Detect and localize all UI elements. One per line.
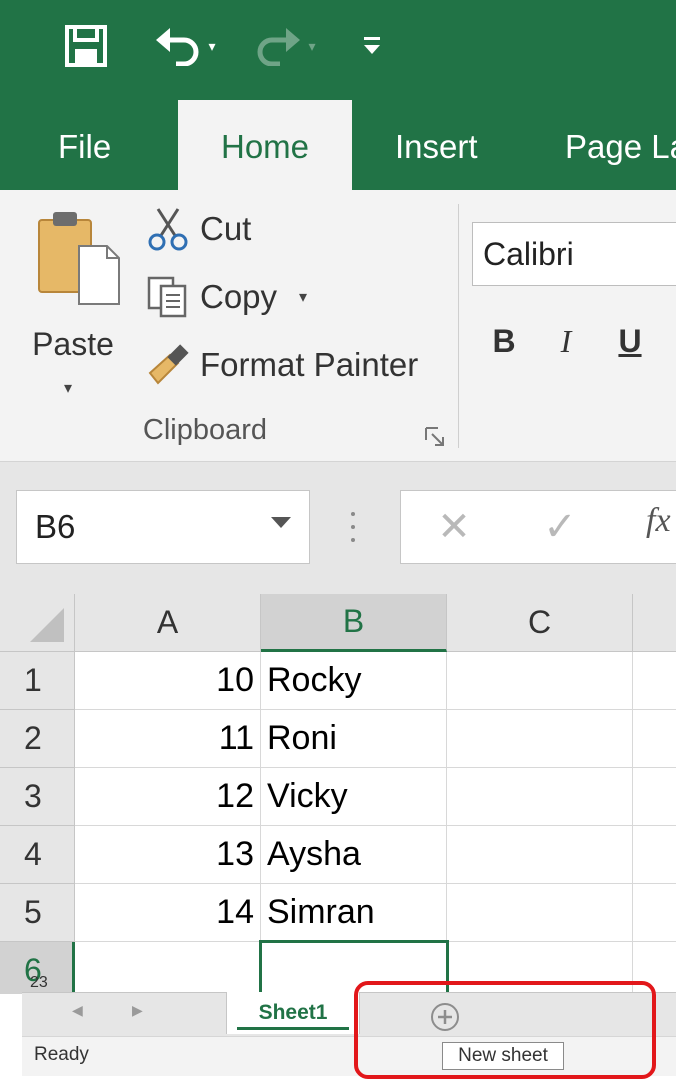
cell-c3[interactable] bbox=[447, 768, 633, 826]
cut-button[interactable]: Cut bbox=[144, 200, 251, 258]
formula-bar-grip-icon[interactable] bbox=[348, 512, 358, 542]
scissors-icon bbox=[148, 208, 188, 251]
tab-page-layout-label: Page La bbox=[565, 128, 676, 165]
column-header-d[interactable] bbox=[633, 594, 676, 652]
tab-page-layout[interactable]: Page La bbox=[565, 100, 676, 190]
cell-b5[interactable]: Simran bbox=[261, 884, 447, 942]
row-header-2[interactable]: 2 bbox=[0, 710, 75, 768]
cell-b4[interactable]: Aysha bbox=[261, 826, 447, 884]
ribbon-tab-bar: File Home Insert Page La bbox=[0, 100, 676, 190]
row-header-3[interactable]: 3 bbox=[0, 768, 75, 826]
dialog-launcher-icon[interactable] bbox=[424, 426, 446, 448]
cell-a2[interactable]: 11 bbox=[75, 710, 261, 768]
cell-b1[interactable]: Rocky bbox=[261, 652, 447, 710]
highlight-annotation bbox=[354, 981, 656, 1079]
column-header-a[interactable]: A bbox=[75, 594, 261, 652]
tab-home-label: Home bbox=[220, 128, 310, 165]
cell-c1[interactable] bbox=[447, 652, 633, 710]
group-divider bbox=[458, 204, 459, 448]
row-header-4[interactable]: 4 bbox=[0, 826, 75, 884]
format-painter-button[interactable]: Format Painter bbox=[144, 336, 418, 394]
column-header-b[interactable]: B bbox=[261, 594, 447, 652]
name-box-dropdown-icon[interactable] bbox=[271, 517, 291, 528]
redo-button[interactable]: ▾ bbox=[240, 20, 330, 72]
cell-a6[interactable] bbox=[75, 942, 261, 994]
cell-d4[interactable] bbox=[633, 826, 676, 884]
paste-button[interactable]: Paste ▾ bbox=[30, 208, 126, 408]
copy-dropdown-icon[interactable]: ▾ bbox=[299, 287, 307, 307]
cell-c2[interactable] bbox=[447, 710, 633, 768]
paste-dropdown-icon[interactable]: ▾ bbox=[64, 378, 72, 398]
row-header-5[interactable]: 5 bbox=[0, 884, 75, 942]
cell-d2[interactable] bbox=[633, 710, 676, 768]
name-box[interactable]: B6 bbox=[16, 490, 310, 564]
select-all-corner[interactable] bbox=[0, 594, 75, 652]
worksheet-grid[interactable]: A B C 1 10 Rocky 2 11 Roni 3 12 Vicky 4 … bbox=[0, 594, 676, 994]
italic-button[interactable]: I bbox=[544, 316, 588, 366]
bold-button[interactable]: B bbox=[482, 316, 526, 366]
font-name-box[interactable]: Calibri bbox=[472, 222, 676, 286]
cell-a3[interactable]: 12 bbox=[75, 768, 261, 826]
cell-a4[interactable]: 13 bbox=[75, 826, 261, 884]
formula-bar: B6 ✕ ✓ fx bbox=[0, 462, 676, 594]
format-painter-icon bbox=[148, 344, 189, 385]
undo-button[interactable]: ▾ bbox=[140, 20, 230, 72]
clipboard-group-label: Clipboard bbox=[142, 414, 268, 446]
zoom-fragment: 23 bbox=[30, 974, 48, 991]
cell-d5[interactable] bbox=[633, 884, 676, 942]
scroll-sheets-left-icon[interactable]: ◀ bbox=[72, 1002, 83, 1019]
row-header-1[interactable]: 1 bbox=[0, 652, 75, 710]
name-box-value: B6 bbox=[35, 508, 76, 545]
paste-icon bbox=[38, 212, 120, 305]
cell-b3[interactable]: Vicky bbox=[261, 768, 447, 826]
cell-d1[interactable] bbox=[633, 652, 676, 710]
column-header-c[interactable]: C bbox=[447, 594, 633, 652]
title-bar: ▾ ▾ bbox=[0, 0, 676, 100]
cell-a1[interactable]: 10 bbox=[75, 652, 261, 710]
cell-d3[interactable] bbox=[633, 768, 676, 826]
undo-icon bbox=[156, 28, 199, 66]
tab-home[interactable]: Home bbox=[178, 100, 352, 190]
tab-file[interactable]: File bbox=[58, 100, 111, 190]
tab-file-label: File bbox=[58, 128, 112, 165]
scroll-sheets-right-icon[interactable]: ▶ bbox=[132, 1002, 143, 1019]
ribbon-home: Paste ▾ Cut Copy ▾ Format Painter Clipbo… bbox=[0, 190, 676, 462]
cell-b2[interactable]: Roni bbox=[261, 710, 447, 768]
save-icon bbox=[65, 25, 107, 67]
redo-icon bbox=[258, 28, 301, 66]
cancel-entry-icon[interactable]: ✕ bbox=[432, 498, 476, 556]
customize-qat-button[interactable] bbox=[352, 20, 392, 72]
redo-dropdown-icon[interactable]: ▾ bbox=[308, 38, 315, 55]
copy-button[interactable]: Copy ▾ bbox=[144, 268, 307, 326]
copy-icon bbox=[147, 276, 187, 318]
cut-label: Cut bbox=[200, 210, 252, 247]
save-button[interactable] bbox=[58, 20, 114, 72]
copy-label: Copy bbox=[200, 278, 278, 315]
status-ready-text: Ready bbox=[34, 1044, 89, 1065]
confirm-entry-icon[interactable]: ✓ bbox=[536, 498, 584, 556]
cell-c4[interactable] bbox=[447, 826, 633, 884]
tab-insert[interactable]: Insert bbox=[395, 100, 478, 190]
customize-qat-icon bbox=[364, 37, 380, 54]
undo-dropdown-icon[interactable]: ▾ bbox=[208, 38, 215, 55]
cell-a5[interactable]: 14 bbox=[75, 884, 261, 942]
underline-button[interactable]: U bbox=[608, 316, 652, 366]
format-painter-label: Format Painter bbox=[200, 346, 419, 383]
insert-function-icon[interactable]: fx bbox=[646, 502, 671, 540]
paste-label: Paste bbox=[32, 326, 114, 362]
tab-insert-label: Insert bbox=[395, 128, 478, 165]
cell-c5[interactable] bbox=[447, 884, 633, 942]
sheet-tab-sheet1[interactable]: Sheet1 bbox=[226, 992, 360, 1034]
